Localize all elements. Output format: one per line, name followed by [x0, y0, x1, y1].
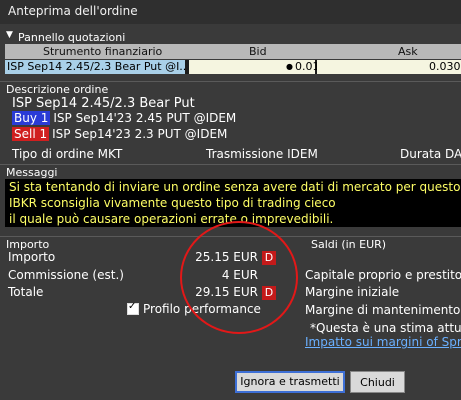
quotes-panel-label: Pannello quotazioni: [18, 31, 126, 44]
sell-leg-text: ISP Sep14'23 2.3 PUT @IDEM: [52, 127, 228, 141]
message-line: Si sta tentando di inviare un ordine sen…: [9, 180, 461, 194]
amount-label: Importo: [8, 250, 56, 264]
ignore-and-transmit-button[interactable]: Ignora e trasmetti: [235, 371, 345, 393]
buy-tag: Buy 1: [12, 111, 51, 125]
order-leg-buy: Buy 1 ISP Sep14'23 2.45 PUT @IDEM: [12, 111, 236, 125]
quote-ask-cell: 0.030: [317, 60, 461, 74]
tick-dot-icon: ●: [286, 62, 293, 71]
balance-equity-loan: Capitale proprio e prestito: [305, 268, 461, 282]
quote-ask: 0.030: [429, 60, 461, 73]
annotation-circle: [180, 221, 298, 334]
order-title: ISP Sep14 2.45/2.3 Bear Put: [12, 96, 195, 111]
section-order-description-label: Descrizione ordine: [6, 83, 109, 96]
window-title: Anteprima dell'ordine: [8, 4, 138, 18]
close-button[interactable]: Chiudi: [350, 371, 405, 393]
section-messages-label: Messaggi: [6, 166, 58, 179]
column-ask: Ask: [398, 45, 418, 58]
quotes-panel-header[interactable]: ▼ Pannello quotazioni: [0, 30, 461, 44]
sell-tag: Sell 1: [12, 127, 50, 141]
section-order-description: Descrizione ordine: [0, 81, 461, 96]
balance-initial-margin: Margine iniziale: [305, 285, 400, 299]
order-type: Tipo di ordine MKT: [12, 147, 123, 161]
message-box: Si sta tentando di inviare un ordine sen…: [5, 179, 461, 227]
commission-label: Commissione (est.): [8, 268, 124, 282]
section-balances-label: Saldi (in EUR): [311, 238, 387, 251]
estimate-note: *Questa è una stima attual: [310, 321, 461, 335]
total-label: Totale: [8, 285, 44, 299]
order-transmission: Trasmissione IDEM: [206, 147, 318, 161]
window-titlebar: Anteprima dell'ordine: [0, 0, 461, 24]
column-bid: Bid: [249, 45, 267, 58]
quotes-table-header: Strumento finanziario Bid Ask: [5, 44, 461, 59]
quote-bid-cell: ● 0.0190: [189, 60, 334, 74]
collapse-triangle-icon[interactable]: ▼: [6, 30, 13, 40]
order-duration: Durata DAY: [400, 147, 461, 161]
balance-maintenance-margin: Margine di mantenimento: [305, 303, 461, 317]
quote-row[interactable]: ISP Sep14 2.45/2.3 Bear Put @I... ● 0.01…: [5, 60, 461, 74]
margin-impact-link[interactable]: Impatto sui margini of Spre: [305, 335, 461, 349]
quote-instrument[interactable]: ISP Sep14 2.45/2.3 Bear Put @I...: [5, 60, 185, 74]
buy-leg-text: ISP Sep14'23 2.45 PUT @IDEM: [53, 111, 237, 125]
message-line: IBKR sconsiglia vivamente questo tipo di…: [9, 196, 336, 210]
section-messages: Messaggi: [0, 164, 461, 179]
order-leg-sell: Sell 1 ISP Sep14'23 2.3 PUT @IDEM: [12, 127, 227, 141]
profile-performance-checkbox[interactable]: [127, 301, 139, 315]
column-instrument: Strumento finanziario: [43, 45, 163, 58]
